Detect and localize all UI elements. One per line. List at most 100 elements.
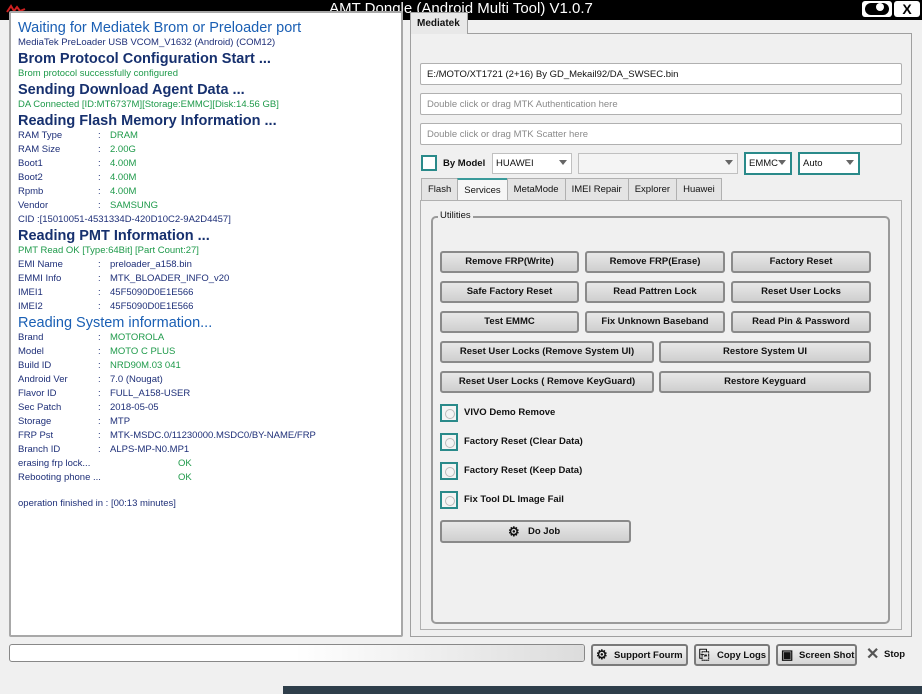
screen-shot-label: Screen Shot (799, 650, 855, 661)
radio-button[interactable] (440, 433, 458, 451)
log-kv-row: Branch ID: ALPS-MP-N0.MP1 (18, 444, 190, 455)
log-kv-row: Rpmb:4.00M (18, 186, 137, 197)
copy-logs-button[interactable]: ⎘ Copy Logs (694, 644, 770, 666)
factory-reset-button[interactable]: Factory Reset (731, 251, 871, 273)
close-icon: ✕ (866, 646, 880, 663)
log-pmt-list: EMI Name: preloader_a158.bin EMMI Info: MT… (18, 258, 401, 314)
log-footer: operation finished in : [00:13 minutes] (18, 498, 176, 509)
log-kv-row: RAM Type: DRAM (18, 130, 138, 141)
remove-frp-erase-button[interactable]: Remove FRP(Erase) (585, 251, 725, 273)
theme-toggle-button[interactable] (862, 1, 892, 17)
radio-button[interactable] (440, 491, 458, 509)
log-waiting: Waiting for Mediatek Brom or Preloader p… (18, 20, 302, 36)
log-kv-row: Storage: MTP (18, 416, 131, 427)
log-panel[interactable]: Waiting for Mediatek Brom or Preloader p… (9, 11, 403, 637)
chevron-down-icon (725, 160, 733, 165)
reset-locks-remove-keyguard-button[interactable]: Reset User Locks ( Remove KeyGuard) (440, 371, 654, 393)
copy-icon: ⎘ (699, 647, 710, 662)
log-steps: erasing frp lock... OK Rebooting phone ..… (18, 457, 401, 485)
log-port: MediaTek PreLoader USB VCOM_V1632 (Andro… (18, 37, 276, 48)
restore-keyguard-button[interactable]: Restore Keyguard (659, 371, 871, 393)
model-select[interactable] (578, 153, 738, 174)
chevron-down-icon (559, 160, 567, 165)
log-cid: CID :[15010051-4531334D-420D10C2-9A2D445… (18, 214, 231, 225)
screen-shot-button[interactable]: ▣ Screen Shot (776, 644, 857, 666)
by-model-checkbox[interactable] (421, 155, 437, 171)
mode-select-value: Auto (803, 158, 823, 169)
log-kv-row: Build ID: NRD90M.03 041 (18, 360, 181, 371)
brand-select[interactable]: HUAWEI (492, 153, 572, 174)
log-brom-start: Brom Protocol Configuration Start ... (18, 51, 271, 67)
progress-bar (9, 644, 585, 662)
forum-icon: ⚙ (596, 647, 608, 662)
do-job-button[interactable]: ⚙ Do Job (440, 520, 631, 543)
save-icon: ▣ (781, 647, 794, 662)
stop-label: Stop (884, 649, 906, 660)
by-model-label: By Model (443, 158, 486, 169)
progress-gradient (295, 645, 584, 661)
reset-locks-remove-system-ui-button[interactable]: Reset User Locks (Remove System UI) (440, 341, 654, 363)
option-label: Factory Reset (Clear Data) (464, 436, 583, 447)
log-da-ok: DA Connected [ID:MT6737M][Storage:EMMC][… (18, 99, 279, 110)
chevron-down-icon (846, 160, 854, 165)
tab-metamode[interactable]: MetaMode (506, 178, 566, 200)
log-kv-row: Boot2:4.00M (18, 172, 137, 183)
do-job-label: Do Job (528, 526, 561, 537)
taskbar-strip (283, 686, 922, 694)
mode-select[interactable]: Auto (798, 152, 860, 175)
safe-factory-reset-button[interactable]: Safe Factory Reset (440, 281, 579, 303)
close-button[interactable]: X (894, 1, 920, 17)
brand-select-value: HUAWEI (496, 158, 534, 169)
tab-mediatek[interactable]: Mediatek (410, 12, 468, 34)
log-flash-list: RAM Type: DRAM RAM Size:2.00G Boot1:4.00M… (18, 129, 401, 213)
support-forum-label: Support Fourm (614, 650, 683, 661)
radio-button[interactable] (440, 404, 458, 422)
copy-logs-label: Copy Logs (717, 650, 767, 661)
fix-unknown-baseband-button[interactable]: Fix Unknown Baseband (585, 311, 725, 333)
log-step-row: Rebooting phone ... OK (18, 472, 192, 483)
log-flash-read: Reading Flash Memory Information ... (18, 113, 277, 129)
toggle-knob-icon (876, 3, 884, 11)
tab-explorer[interactable]: Explorer (627, 178, 678, 200)
log-kv-row: RAM Size:2.00G (18, 144, 136, 155)
log-kv-row: Model: MOTO C PLUS (18, 346, 176, 357)
read-pin-password-button[interactable]: Read Pin & Password (731, 311, 871, 333)
support-forum-button[interactable]: ⚙ Support Fourm (591, 644, 688, 666)
remove-frp-write-button[interactable]: Remove FRP(Write) (440, 251, 579, 273)
da-file-field[interactable]: E:/MOTO/XT1721 (2+16) By GD_Mekail92/DA_… (420, 63, 902, 85)
log-da-send: Sending Download Agent Data ... (18, 82, 245, 98)
log-kv-row: Vendor: SAMSUNG (18, 200, 159, 211)
test-emmc-button[interactable]: Test EMMC (440, 311, 579, 333)
restore-system-ui-button[interactable]: Restore System UI (659, 341, 871, 363)
option-label: Factory Reset (Keep Data) (464, 465, 583, 476)
log-pmt-ok: PMT Read OK [Type:64Bit] [Part Count:27] (18, 245, 199, 256)
log-pmt-read: Reading PMT Information ... (18, 228, 210, 244)
log-kv-row: IMEI2:45F5090D0E1E566 (18, 301, 194, 312)
scatter-file-field[interactable]: Double click or drag MTK Scatter here (420, 123, 902, 145)
log-kv-row: Brand: MOTOROLA (18, 332, 165, 343)
storage-select[interactable]: EMMC (744, 152, 792, 175)
tab-huawei[interactable]: Huawei (676, 178, 722, 200)
subtab-bar: Flash Services MetaMode IMEI Repair Expl… (421, 178, 722, 200)
log-kv-row: Flavor ID: FULL_A158-USER (18, 388, 191, 399)
read-pattern-lock-button[interactable]: Read Pattren Lock (585, 281, 725, 303)
radio-button[interactable] (440, 462, 458, 480)
log-kv-row: IMEI1:45F5090D0E1E566 (18, 287, 194, 298)
reset-user-locks-button[interactable]: Reset User Locks (731, 281, 871, 303)
storage-select-value: EMMC (749, 158, 779, 169)
tab-flash[interactable]: Flash (421, 178, 459, 200)
tab-imei-repair[interactable]: IMEI Repair (564, 178, 629, 200)
chevron-down-icon (778, 160, 786, 165)
log-brom-ok: Brom protocol successfully configured (18, 68, 178, 79)
log-kv-row: EMMI Info: MTK_BLOADER_INFO_v20 (18, 273, 230, 284)
log-step-row: erasing frp lock... OK (18, 458, 192, 469)
utilities-label: Utilities (438, 210, 473, 221)
log-kv-row: Android Ver:7.0 (Nougat) (18, 374, 163, 385)
log-kv-row: FRP Pst: MTK-MSDC.0/11230000.MSDC0/BY-NAM… (18, 430, 316, 441)
auth-file-field[interactable]: Double click or drag MTK Authentication … (420, 93, 902, 115)
log-kv-row: EMI Name: preloader_a158.bin (18, 259, 192, 270)
tab-services[interactable]: Services (457, 178, 508, 200)
utilities-group (431, 216, 890, 624)
stop-button[interactable]: ✕ Stop (864, 644, 912, 666)
log-kv-row: Boot1:4.00M (18, 158, 137, 169)
